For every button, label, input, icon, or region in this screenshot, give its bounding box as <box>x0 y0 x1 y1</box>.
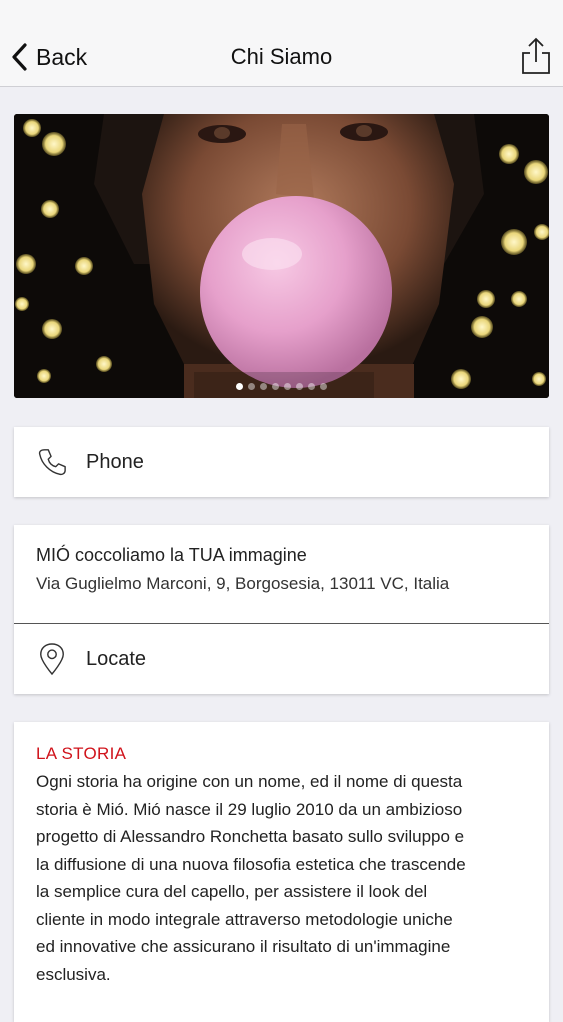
carousel-dot[interactable] <box>260 383 267 390</box>
phone-row[interactable]: Phone <box>14 427 549 497</box>
story-line: progetto di Alessandro Ronchetta basato … <box>36 827 465 846</box>
carousel-dot[interactable] <box>308 383 315 390</box>
carousel-dot[interactable] <box>272 383 279 390</box>
carousel-page-indicator[interactable] <box>14 383 549 390</box>
carousel-dot[interactable] <box>236 383 243 390</box>
story-line: la semplice cura del capello, per assist… <box>36 882 428 901</box>
locate-label: Locate <box>86 647 147 670</box>
phone-label: Phone <box>86 450 144 473</box>
carousel-dot[interactable] <box>248 383 255 390</box>
business-name: MIÓ coccoliamo la TUA immagine <box>36 545 307 565</box>
carousel-dot[interactable] <box>284 383 291 390</box>
story-line: esclusiva. <box>36 964 111 984</box>
story-line: storia è Mió. Mió nasce il 29 luglio 201… <box>36 799 463 819</box>
hero-image-carousel[interactable] <box>14 114 549 398</box>
phone-icon <box>36 446 68 478</box>
story-line: ed innovative che assicurano il risultat… <box>36 937 451 956</box>
map-pin-icon <box>36 643 68 676</box>
story-heading: LA STORIA <box>36 744 127 763</box>
carousel-dot[interactable] <box>296 383 303 390</box>
hero-image <box>14 114 549 398</box>
share-button[interactable] <box>521 36 551 76</box>
phone-card: Phone <box>14 427 549 497</box>
navigation-bar: Back Chi Siamo <box>0 0 563 87</box>
story-line: la diffusione di una nuova filosofia est… <box>36 854 466 874</box>
story-line: Ogni storia ha origine con un nome, ed i… <box>36 772 463 791</box>
locate-row[interactable]: Locate <box>14 624 549 694</box>
story-card: LA STORIA Ogni storia ha origine con un … <box>14 722 549 1022</box>
address-block: MIÓ coccoliamo la TUA immagine Via Gugli… <box>14 525 549 623</box>
carousel-dot[interactable] <box>320 383 327 390</box>
share-icon <box>522 37 550 74</box>
story-text: Ogni storia ha origine con un nome, ed i… <box>36 768 527 988</box>
story-line: cliente in modo integrale attraverso met… <box>36 909 453 929</box>
business-address: Via Guglielmo Marconi, 9, Borgosesia, 13… <box>36 574 450 593</box>
location-card: MIÓ coccoliamo la TUA immagine Via Gugli… <box>14 525 549 694</box>
page-title: Chi Siamo <box>230 44 333 69</box>
